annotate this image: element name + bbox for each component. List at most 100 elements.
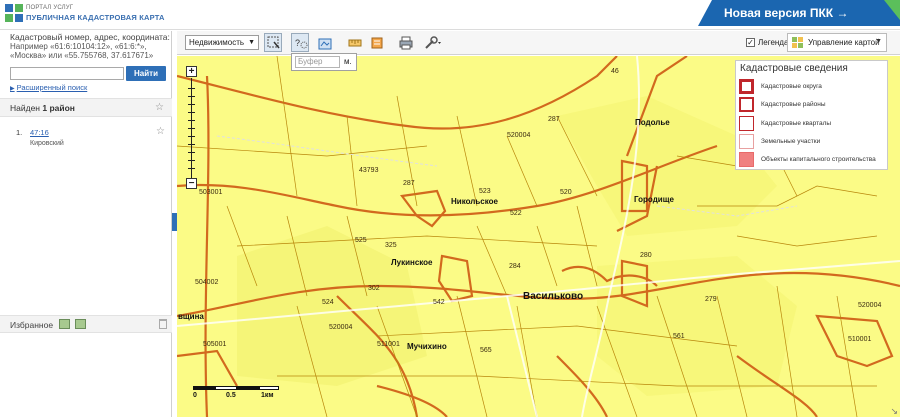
- town-label: Подолье: [635, 118, 670, 127]
- favorites-map-icon[interactable]: [59, 319, 70, 329]
- buffer-popup: Буфер м.: [291, 53, 357, 71]
- legend-label: Кадастровые кварталы: [761, 120, 832, 127]
- town-label: Никольское: [451, 197, 498, 206]
- result-star-icon[interactable]: ☆: [156, 126, 165, 137]
- measure-tool-button[interactable]: [345, 33, 363, 52]
- result-name: Кировский: [30, 140, 64, 147]
- zoom-tick: [188, 168, 195, 169]
- scale-label: 0: [193, 392, 197, 399]
- print-button[interactable]: [396, 33, 414, 52]
- found-prefix: Найден: [10, 103, 43, 113]
- scale-label: 1км: [261, 392, 274, 399]
- parcel-label: 520004: [329, 324, 353, 331]
- zoom-out-button[interactable]: −: [186, 178, 197, 189]
- buffer-input[interactable]: Буфер: [295, 56, 340, 68]
- header: ПОРТАЛ УСЛУГ ПУБЛИЧНАЯ КАДАСТРОВАЯ КАРТА…: [0, 0, 900, 30]
- svg-text:?: ?: [295, 38, 300, 48]
- zoom-tick: [188, 128, 195, 129]
- parcel-label: 561: [673, 333, 685, 340]
- scale-segment: [215, 386, 237, 390]
- parcel-label: 287: [548, 116, 560, 123]
- zoom-control: + −: [186, 66, 198, 190]
- left-panel: Кадастровый номер, адрес, координата: На…: [0, 31, 172, 417]
- parcel-label: 287: [403, 180, 415, 187]
- identify-tool-button[interactable]: [264, 33, 282, 52]
- legend-item: Объекты капитального строительства: [739, 152, 887, 168]
- layers-icon: [371, 37, 383, 49]
- legend-item: Кадастровые округа: [739, 79, 887, 95]
- advanced-search-link[interactable]: ▶ Расширенный поиск: [10, 83, 87, 92]
- search-hint-line2: Например «61:6:10104:12», «61:6:*»,: [10, 42, 147, 51]
- legend-label: Кадастровые округа: [761, 83, 822, 90]
- legend-checkbox[interactable]: ✓: [746, 38, 755, 47]
- zoom-tick: [188, 112, 195, 113]
- zoom-tick: [188, 144, 195, 145]
- legend-item: Кадастровые кварталы: [739, 116, 887, 132]
- map-control-dropdown[interactable]: Управление картой ▼: [787, 33, 887, 52]
- legend-swatch: [739, 116, 754, 131]
- tools-dropdown-button[interactable]: [421, 33, 445, 52]
- scale-segment: [259, 386, 279, 390]
- zoom-in-button[interactable]: +: [186, 66, 197, 77]
- star-icon[interactable]: ☆: [155, 102, 164, 113]
- parcel-label: 504002: [195, 279, 219, 286]
- town-label: Городище: [634, 195, 674, 204]
- scale-bar: 0 0.5 1км: [193, 386, 279, 406]
- legend-label: Объекты капитального строительства: [761, 156, 876, 163]
- map-canvas[interactable]: 46 287 520004 503001 43793 287 523 520 5…: [177, 56, 900, 417]
- legend-swatch: [739, 97, 754, 112]
- parcel-label: 46: [611, 68, 619, 75]
- legend-swatch: [739, 134, 754, 149]
- parcel-label: 43793: [359, 167, 379, 174]
- triangle-right-icon: ▶: [10, 86, 15, 92]
- parcel-label: 284: [509, 263, 521, 270]
- logo-top-text: ПОРТАЛ УСЛУГ: [26, 5, 74, 11]
- town-label: вщина: [178, 312, 204, 321]
- scale-segment: [237, 386, 259, 390]
- parcel-label: 522: [510, 210, 522, 217]
- legend-item: Земельные участки: [739, 134, 887, 150]
- parcel-label: 325: [385, 242, 397, 249]
- search-input[interactable]: [10, 67, 124, 80]
- result-link[interactable]: 47:16: [30, 128, 49, 137]
- parcel-label: 520004: [858, 302, 882, 309]
- grid-icon: [792, 37, 803, 48]
- layer-select-value: Недвижимость: [189, 38, 245, 47]
- parcel-label: 542: [433, 299, 445, 306]
- advanced-search-label: Расширенный поиск: [16, 83, 88, 92]
- zoom-tick: [188, 88, 195, 89]
- map-toolbar: Недвижимость ▼ ? ✓ Легенда Управление ка…: [177, 31, 900, 55]
- legend-panel: Кадастровые сведения Кадастровые округа …: [735, 60, 888, 170]
- trash-icon[interactable]: [159, 319, 167, 329]
- favorites-add-icon[interactable]: [75, 319, 86, 329]
- ruler-icon: [348, 39, 362, 47]
- layer-select[interactable]: Недвижимость ▼: [185, 35, 259, 50]
- scale-segment: [193, 386, 215, 390]
- town-label: Васильково: [523, 291, 584, 302]
- favorites-bar: Избранное: [0, 315, 172, 333]
- resize-handle-icon[interactable]: ↘: [890, 406, 898, 417]
- identify-icon: [267, 36, 280, 49]
- portal-logo-icon[interactable]: [4, 3, 24, 23]
- parcel-label: 302: [368, 285, 380, 292]
- buffer-unit: м.: [344, 57, 352, 66]
- town-label: Лукинское: [391, 258, 433, 267]
- page: ПОРТАЛ УСЛУГ ПУБЛИЧНАЯ КАДАСТРОВАЯ КАРТА…: [0, 0, 900, 417]
- legend-checkbox-label: Легенда: [758, 38, 789, 47]
- new-version-button[interactable]: Новая версия ПКК →: [698, 0, 900, 26]
- found-bar: Найден 1 район ☆: [0, 98, 172, 117]
- parcel-label: 511001: [377, 341, 400, 348]
- parcel-label: 524: [322, 299, 334, 306]
- logo-title[interactable]: ПУБЛИЧНАЯ КАДАСТРОВАЯ КАРТА: [26, 13, 165, 22]
- found-label: Найден 1 район: [10, 103, 75, 113]
- layers-tool-button[interactable]: [367, 33, 385, 52]
- parcel-label: 503001: [199, 189, 223, 196]
- parcel-label: 565: [480, 347, 492, 354]
- search-button[interactable]: Найти: [126, 66, 166, 81]
- buffer-tool-button[interactable]: ?: [291, 33, 309, 52]
- legend-swatch: [739, 152, 754, 167]
- map-print-area-button[interactable]: [315, 33, 333, 52]
- scale-label: 0.5: [226, 392, 236, 399]
- map-control-label: Управление картой: [808, 38, 880, 47]
- chevron-down-icon: ▼: [248, 39, 255, 46]
